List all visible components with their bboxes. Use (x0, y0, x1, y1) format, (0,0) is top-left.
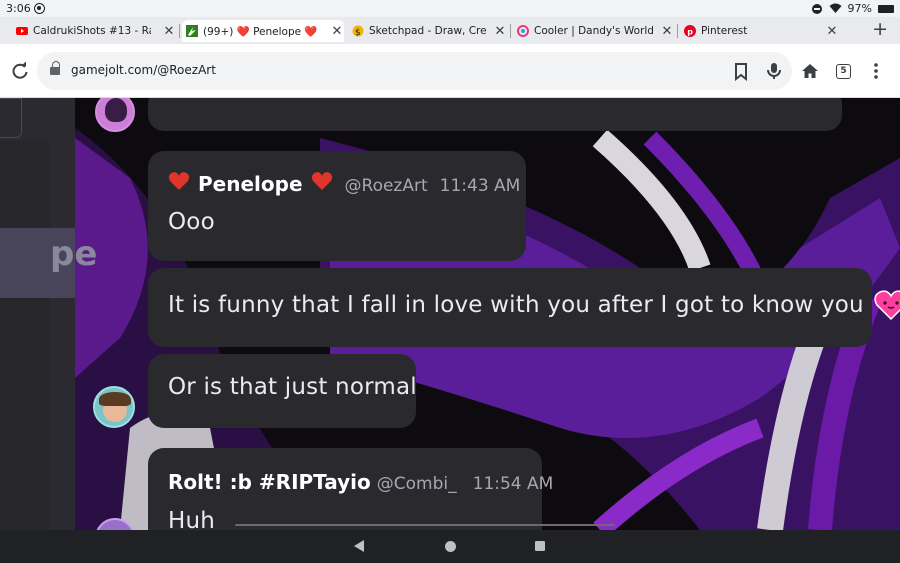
tab-pinterest[interactable]: p Pinterest ✕ (684, 20, 839, 42)
left-sidebar: pe (0, 98, 97, 530)
close-icon[interactable]: ✕ (660, 24, 674, 39)
youtube-icon (16, 27, 28, 35)
tab-gamejolt[interactable]: (99+) ❤️ Penelope ❤️ (@Ro ✕ (182, 20, 344, 42)
tab-title: Cooler | Dandy's World Wiki (534, 25, 654, 37)
tab-strip: CaldrukiShots #13 - Random ✕ (99+) ❤️ Pe… (0, 17, 900, 44)
new-tab-button[interactable]: + (872, 18, 888, 40)
lock-icon[interactable] (50, 61, 60, 76)
status-time: 3:06 (6, 2, 31, 15)
battery-percent: 97% (847, 2, 872, 15)
battery-icon (878, 4, 894, 13)
tab-title: Sketchpad - Draw, Create, Sh (369, 25, 487, 37)
microphone-icon[interactable] (764, 61, 784, 81)
message-time: 11:43 AM (439, 176, 521, 196)
tab-switcher-button[interactable]: 5 (836, 64, 851, 79)
sender-handle[interactable]: @RoezArt (345, 176, 428, 196)
tab-fandom[interactable]: Cooler | Dandy's World Wiki ✕ (517, 20, 678, 42)
gamejolt-icon (186, 25, 198, 37)
pink-heart-emoji-icon (874, 290, 900, 320)
sender-name[interactable]: Rolt! :b #RIPTayio (168, 470, 371, 494)
message-text: It is funny that I fall in love with you… (168, 292, 864, 318)
status-right: 97% (811, 2, 894, 15)
pinterest-icon: p (684, 25, 696, 37)
message-bubble: It is funny that I fall in love with you… (148, 268, 900, 347)
wifi-icon (829, 3, 842, 13)
dnd-icon (811, 3, 822, 14)
address-bar[interactable]: gamejolt.com/@RoezArt (37, 52, 792, 90)
svg-text:p: p (687, 28, 693, 37)
tab-youtube[interactable]: CaldrukiShots #13 - Random ✕ (16, 20, 180, 42)
tab-title: Pinterest (701, 25, 748, 37)
horizontal-scrollbar[interactable] (235, 524, 615, 526)
home-icon[interactable] (800, 61, 820, 81)
heart-icon (311, 171, 333, 195)
tab-title: CaldrukiShots #13 - Random (33, 25, 151, 37)
close-icon[interactable]: ✕ (330, 24, 344, 39)
message-bubble: Rolt! :b #RIPTayio @Combi_ 11:54 AM Huh (148, 448, 553, 530)
message-bubble: Or is that just normal (148, 354, 417, 428)
sketchpad-icon: $ (352, 25, 364, 37)
tab-title: (99+) ❤️ Penelope ❤️ (@Ro (203, 25, 318, 38)
message-text: Huh (168, 508, 216, 530)
back-icon[interactable] (354, 540, 364, 552)
heart-icon (168, 171, 190, 195)
message-header: Rolt! :b #RIPTayio @Combi_ 11:54 AM (168, 470, 553, 494)
close-icon[interactable]: ✕ (825, 24, 839, 39)
status-bar: 3:06 97% (0, 0, 900, 17)
url-text[interactable]: gamejolt.com/@RoezArt (71, 63, 216, 77)
reload-icon[interactable] (10, 61, 30, 81)
user-avatar[interactable] (93, 386, 135, 428)
message-text: Or is that just normal (168, 374, 417, 400)
previous-message-bubble (148, 98, 842, 131)
fandom-icon (517, 25, 529, 37)
svg-text:$: $ (355, 28, 361, 37)
more-menu-icon[interactable] (866, 61, 886, 81)
browser-toolbar: gamejolt.com/@RoezArt (0, 44, 900, 98)
screen-record-icon (34, 3, 45, 14)
message-time: 11:54 AM (472, 474, 554, 494)
home-circle-icon[interactable] (445, 541, 456, 552)
sidebar-partial-text: pe (50, 234, 98, 274)
sidebar-card[interactable] (0, 98, 22, 138)
close-icon[interactable]: ✕ (162, 24, 176, 39)
tab-sketchpad[interactable]: $ Sketchpad - Draw, Create, Sh ✕ (352, 20, 511, 42)
message-header: Penelope @RoezArt 11:43 AM (168, 171, 520, 196)
message-bubble: Penelope @RoezArt 11:43 AM Ooo (148, 151, 526, 261)
recents-icon[interactable] (535, 541, 545, 551)
page-content: pe Penelope @RoezArt 11:43 AM Ooo It is … (0, 98, 900, 530)
message-text: Ooo (168, 209, 215, 235)
bookmark-icon[interactable] (731, 61, 751, 81)
close-icon[interactable]: ✕ (493, 24, 507, 39)
sidebar-banner: pe (0, 228, 97, 298)
sender-name[interactable]: Penelope (198, 172, 303, 196)
system-navigation-bar (0, 530, 900, 563)
sender-handle[interactable]: @Combi_ (377, 474, 457, 494)
